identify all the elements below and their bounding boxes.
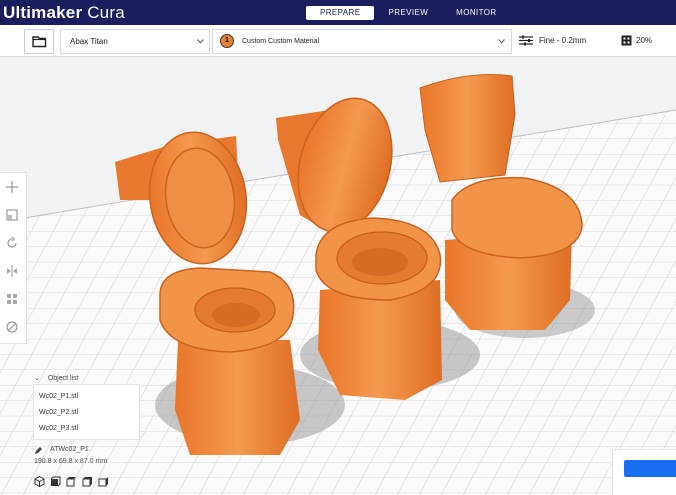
main-toolbar: Abax Titan 1 Custom Custom Material Fine… xyxy=(0,25,676,57)
support-icon xyxy=(621,35,632,46)
tab-prepare[interactable]: PREPARE xyxy=(306,6,375,20)
rotate-icon[interactable] xyxy=(6,237,18,249)
object-dimensions: 190.8 x 69.8 x 87.0 mm xyxy=(34,458,108,465)
material-name: Custom Custom Material xyxy=(242,38,320,45)
view-right-icon[interactable] xyxy=(98,476,109,487)
profile-name: Fine - 0.2mm xyxy=(539,36,587,45)
folder-icon xyxy=(32,36,47,48)
list-item[interactable]: Wc02_P3.stl xyxy=(39,425,78,432)
selected-object-name: ATWc02_P1 xyxy=(50,446,89,453)
tab-preview[interactable]: PREVIEW xyxy=(374,6,442,20)
scale-icon[interactable] xyxy=(6,209,18,221)
chevron-down-icon xyxy=(498,39,505,44)
object-list: Wc02_P1.stl Wc02_P2.stl Wc02_P3.stl xyxy=(33,384,140,440)
chevron-down-icon xyxy=(197,39,204,44)
infill-value: 20% xyxy=(636,36,653,45)
mirror-icon[interactable] xyxy=(6,265,18,277)
view-top-icon[interactable] xyxy=(66,476,77,487)
support-blocker-icon[interactable] xyxy=(6,321,18,333)
settings-sliders-icon xyxy=(519,35,533,46)
view-left-icon[interactable] xyxy=(82,476,93,487)
app-header: Ultimaker Cura PREPARE PREVIEW MONITOR xyxy=(0,0,676,25)
list-item[interactable]: Wc02_P1.stl xyxy=(39,393,78,400)
view-3d-icon[interactable] xyxy=(34,476,45,487)
list-item[interactable]: Wc02_P2.stl xyxy=(39,409,78,416)
slice-button[interactable] xyxy=(624,460,676,477)
chevron-down-icon: ⌄ xyxy=(34,375,40,382)
printer-selector[interactable]: Abax Titan xyxy=(60,29,210,54)
view-front-icon[interactable] xyxy=(50,476,61,487)
per-model-settings-icon[interactable] xyxy=(6,293,18,305)
view-orientation-buttons xyxy=(34,476,109,487)
action-panel xyxy=(612,449,676,495)
material-selector[interactable]: 1 Custom Custom Material xyxy=(212,29,512,54)
extruder-badge: 1 xyxy=(220,34,234,48)
tool-panel xyxy=(0,172,27,344)
print-settings-button[interactable]: Fine - 0.2mm 20% xyxy=(512,29,676,52)
build-plate-viewport[interactable]: ⌄ Object list Wc02_P1.stl Wc02_P2.stl Wc… xyxy=(0,57,676,495)
open-file-button[interactable] xyxy=(24,29,54,54)
move-icon[interactable] xyxy=(6,181,18,193)
printer-name: Abax Titan xyxy=(70,37,108,46)
stage-tabs: PREPARE PREVIEW MONITOR xyxy=(306,6,511,20)
pencil-icon[interactable] xyxy=(34,446,43,455)
tab-monitor[interactable]: MONITOR xyxy=(442,6,510,20)
app-logo: Ultimaker Cura xyxy=(3,3,125,22)
object-list-header[interactable]: ⌄ Object list xyxy=(34,374,79,382)
